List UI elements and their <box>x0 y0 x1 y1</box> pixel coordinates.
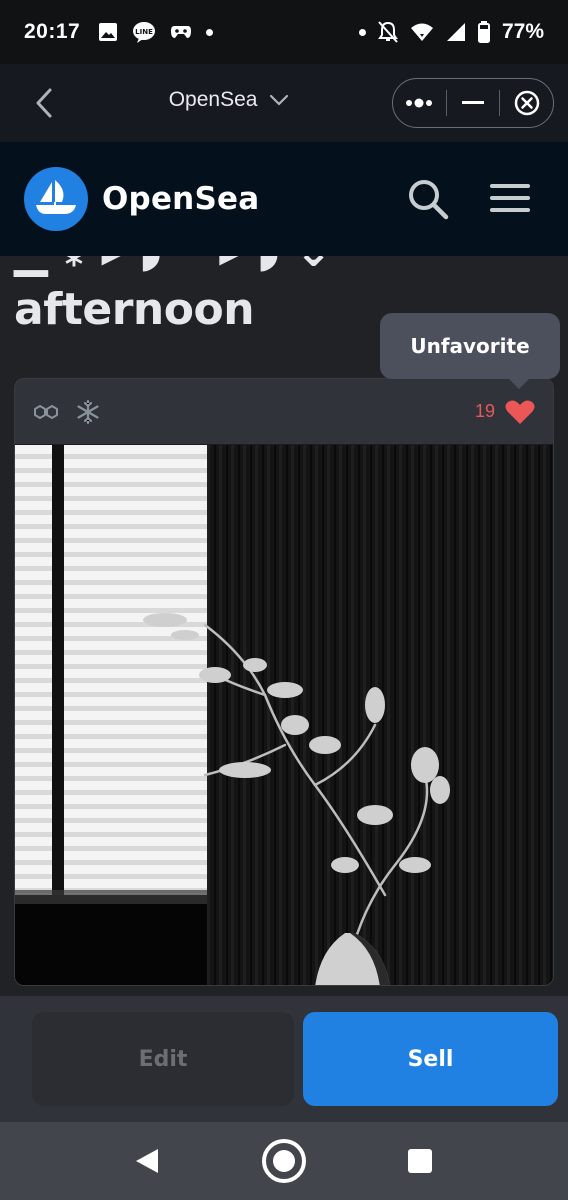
frozen-metadata-icon[interactable] <box>75 399 101 425</box>
nft-artwork-image[interactable] <box>15 445 554 986</box>
favorite-tooltip: Unfavorite <box>380 313 560 389</box>
system-nav-bar <box>0 1122 568 1200</box>
card-header: 19 <box>15 379 553 445</box>
nav-recents-icon[interactable] <box>408 1149 432 1173</box>
action-bar: Edit Sell <box>0 996 568 1122</box>
item-content: ▁ ⁑ ▸ ◗ ┘ ▸ ◗ ⌄ afternoon Unfavorite 19 <box>0 256 568 996</box>
more-button[interactable] <box>393 79 446 127</box>
line-app-icon: LINE <box>133 22 156 43</box>
item-card: 19 <box>14 378 554 986</box>
polygon-icon[interactable] <box>33 402 59 422</box>
notification-dot <box>206 28 214 36</box>
signal-icon <box>446 23 465 41</box>
title-top-fragment: ▁ ⁑ ▸ ◗ ┘ ▸ ◗ ⌄ <box>14 256 332 277</box>
browser-bar: OpenSea <box>0 64 568 142</box>
favorite-count: 19 <box>474 401 495 421</box>
ship-icon <box>36 180 76 214</box>
menu-icon[interactable] <box>490 184 530 220</box>
nav-back-icon[interactable] <box>134 1148 160 1174</box>
status-bar: 20:17 LINE 77% <box>0 0 568 64</box>
close-button[interactable] <box>500 79 553 127</box>
svg-text:LINE: LINE <box>135 28 153 36</box>
heart-icon[interactable] <box>505 399 535 425</box>
minimize-icon <box>462 101 484 104</box>
search-icon[interactable] <box>406 177 450 221</box>
close-icon <box>514 90 539 116</box>
do-not-disturb-icon <box>378 21 398 43</box>
opensea-logo-icon[interactable] <box>24 167 88 231</box>
battery-percentage: 77% <box>501 20 544 43</box>
nav-home-icon[interactable] <box>262 1139 306 1183</box>
game-controller-icon <box>171 26 192 38</box>
image-icon <box>99 23 118 41</box>
browser-title-text: OpenSea <box>168 88 258 111</box>
item-title: afternoon <box>14 284 255 335</box>
edit-button[interactable]: Edit <box>32 1012 294 1106</box>
mini-program-capsule <box>392 78 554 128</box>
wifi-icon <box>410 23 433 41</box>
status-time: 20:17 <box>24 20 81 43</box>
chevron-down-icon <box>270 95 289 107</box>
sell-button[interactable]: Sell <box>303 1012 558 1106</box>
more-icon <box>406 98 433 108</box>
opensea-header: OpenSea <box>0 142 568 256</box>
notification-dot <box>358 28 366 36</box>
brand-name[interactable]: OpenSea <box>102 181 259 217</box>
battery-icon <box>477 21 490 43</box>
minimize-button[interactable] <box>447 79 500 127</box>
